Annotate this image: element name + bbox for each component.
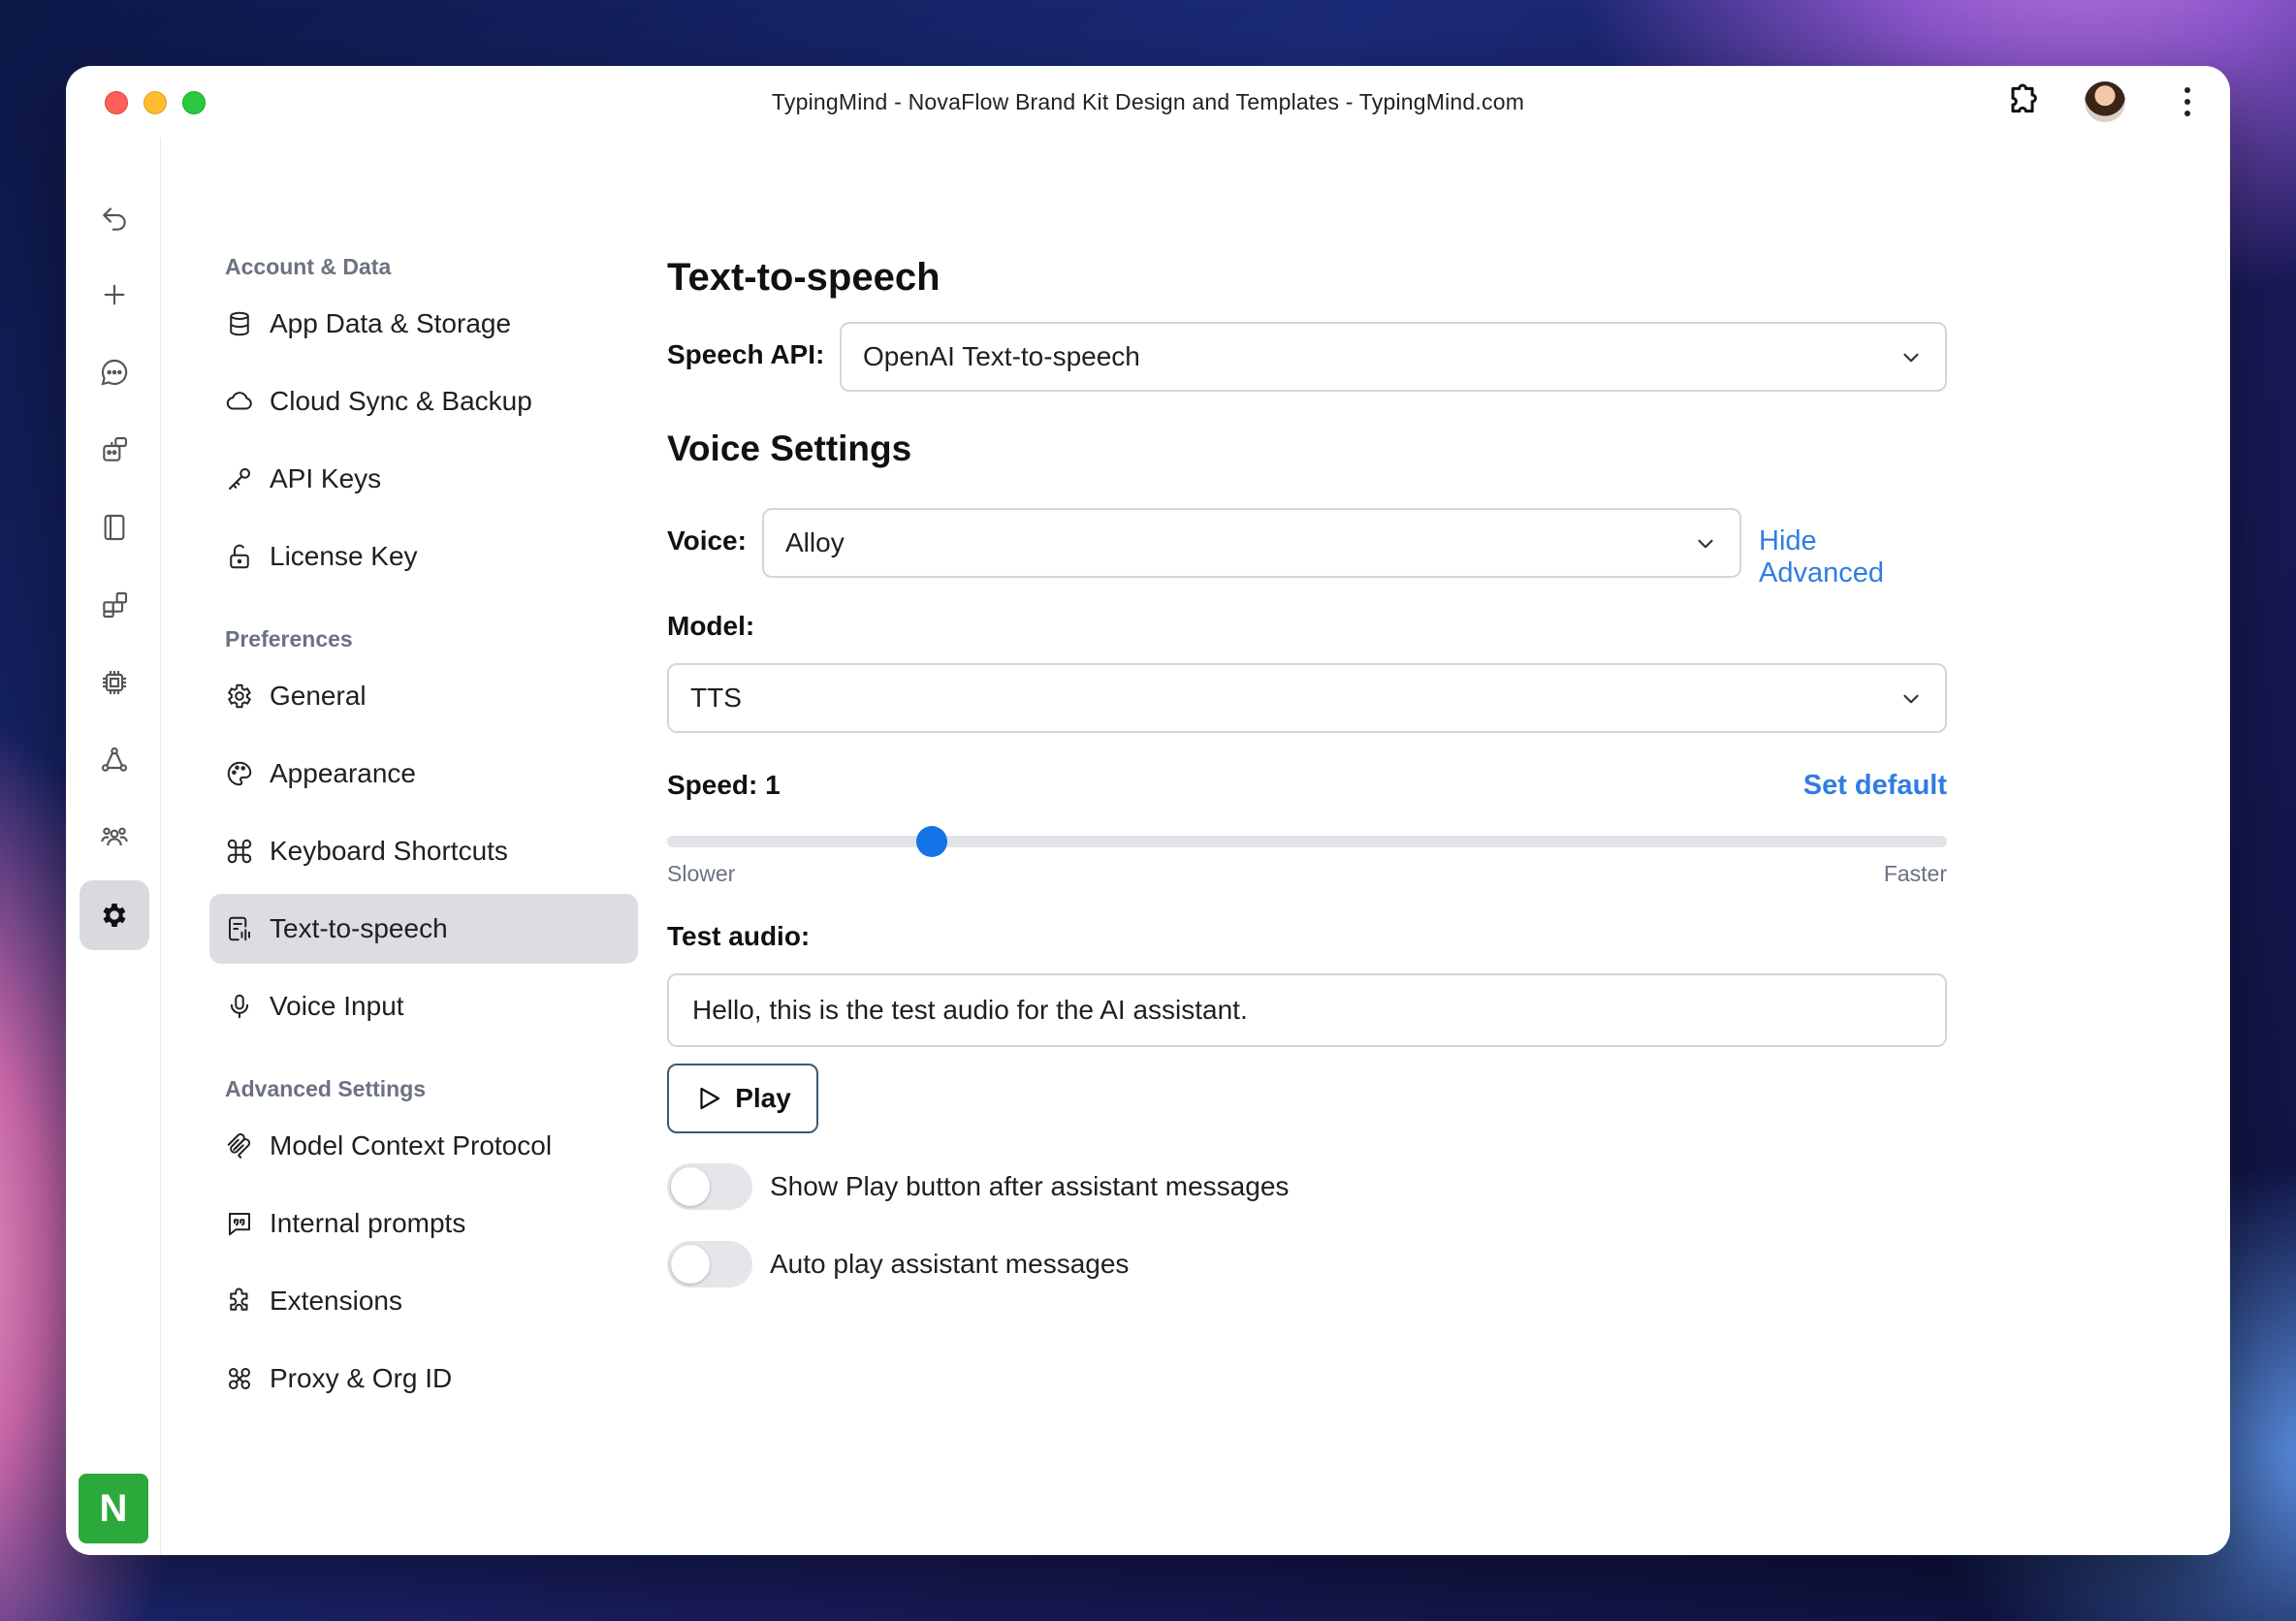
close-window-button[interactable] xyxy=(105,91,128,114)
test-audio-input[interactable]: Hello, this is the test audio for the AI… xyxy=(667,973,1947,1047)
proxy-icon xyxy=(229,1368,250,1389)
sidebar-item-general[interactable]: General xyxy=(209,661,638,731)
set-default-link[interactable]: Set default xyxy=(1803,770,1947,802)
sidebar-item-mcp[interactable]: Model Context Protocol xyxy=(209,1111,638,1181)
sidebar-item-label: API Keys xyxy=(270,463,382,493)
plugins-icon[interactable] xyxy=(80,570,149,640)
sidebar-item-extensions[interactable]: Extensions xyxy=(209,1266,638,1336)
knowledge-icon[interactable] xyxy=(80,725,149,795)
section-title-preferences: Preferences xyxy=(225,626,353,652)
new-chat-icon[interactable] xyxy=(80,260,149,330)
icon-rail: N xyxy=(66,138,161,1555)
section-title-account: Account & Data xyxy=(225,254,392,279)
show-play-button-toggle[interactable] xyxy=(667,1163,752,1210)
sidebar-item-label: Keyboard Shortcuts xyxy=(270,836,508,866)
speed-slider-thumb[interactable] xyxy=(916,826,948,857)
sidebar-item-label: Internal prompts xyxy=(270,1208,466,1238)
sidebar-item-label: Voice Input xyxy=(270,991,404,1021)
more-options-icon[interactable] xyxy=(2168,79,2207,124)
toggle-label: Auto play assistant messages xyxy=(770,1249,1130,1279)
sidebar-item-proxy[interactable]: Proxy & Org ID xyxy=(209,1344,638,1414)
play-label: Play xyxy=(735,1083,791,1113)
chevron-down-icon xyxy=(1698,539,1713,549)
title-bar: TypingMind - NovaFlow Brand Kit Design a… xyxy=(66,66,2230,138)
microphone-icon xyxy=(230,994,249,1019)
sidebar-item-label: License Key xyxy=(270,541,418,571)
play-button[interactable]: Play xyxy=(667,1064,818,1133)
sidebar-item-api-keys[interactable]: API Keys xyxy=(209,444,638,514)
sidebar-item-internal-prompts[interactable]: Internal prompts xyxy=(209,1189,638,1258)
app-window: TypingMind - NovaFlow Brand Kit Design a… xyxy=(66,66,2230,1555)
window-controls xyxy=(105,91,206,114)
chevron-down-icon xyxy=(1903,694,1919,704)
show-play-button-toggle-row: Show Play button after assistant message… xyxy=(667,1163,1289,1210)
agents-icon[interactable] xyxy=(80,415,149,485)
minimize-window-button[interactable] xyxy=(144,91,167,114)
sidebar-item-label: Appearance xyxy=(270,758,417,788)
key-icon xyxy=(229,468,250,490)
sidebar-item-text-to-speech[interactable]: Text-to-speech xyxy=(209,894,638,964)
model-value: TTS xyxy=(690,683,742,713)
speed-slider-track[interactable] xyxy=(667,836,1947,847)
sidebar-item-label: Extensions xyxy=(270,1286,402,1316)
puzzle-icon xyxy=(230,1287,248,1311)
prompts-icon[interactable] xyxy=(80,493,149,562)
mcp-icon xyxy=(227,1133,251,1159)
sidebar-item-label: Text-to-speech xyxy=(270,913,448,943)
speed-label: Speed: 1 xyxy=(667,770,781,800)
settings-icon[interactable] xyxy=(80,880,149,950)
auto-play-toggle[interactable] xyxy=(667,1241,752,1287)
model-select[interactable]: TTS xyxy=(667,663,1947,733)
voice-settings-title: Voice Settings xyxy=(667,429,912,468)
cloud-icon xyxy=(226,392,252,410)
faster-label: Faster xyxy=(1883,861,1947,886)
speech-api-value: OpenAI Text-to-speech xyxy=(863,341,1140,371)
back-icon[interactable] xyxy=(80,184,149,254)
teams-icon[interactable] xyxy=(80,803,149,873)
sidebar-item-label: General xyxy=(270,681,367,711)
auto-play-toggle-row: Auto play assistant messages xyxy=(667,1241,1129,1287)
extensions-icon[interactable] xyxy=(2003,80,2042,124)
page-title: Text-to-speech xyxy=(667,256,941,299)
profile-avatar[interactable] xyxy=(2085,81,2125,122)
maximize-window-button[interactable] xyxy=(182,91,206,114)
model-label: Model: xyxy=(667,611,755,641)
sidebar-item-appearance[interactable]: Appearance xyxy=(209,739,638,809)
sidebar-item-label: Proxy & Org ID xyxy=(270,1363,453,1393)
sidebar-item-app-data[interactable]: App Data & Storage xyxy=(209,289,638,359)
sidebar-item-label: Model Context Protocol xyxy=(270,1130,553,1160)
voice-value: Alloy xyxy=(785,527,845,557)
sidebar-item-cloud-sync[interactable]: Cloud Sync & Backup xyxy=(209,366,638,436)
voice-label: Voice: xyxy=(667,525,747,556)
hide-advanced-link[interactable]: Hide Advanced xyxy=(1759,525,1947,589)
command-icon xyxy=(227,839,252,864)
voice-select[interactable]: Alloy xyxy=(762,508,1741,578)
sidebar-item-keyboard-shortcuts[interactable]: Keyboard Shortcuts xyxy=(209,816,638,886)
sidebar-item-label: App Data & Storage xyxy=(270,308,512,338)
sidebar-item-license-key[interactable]: License Key xyxy=(209,522,638,591)
database-icon xyxy=(230,311,249,336)
chat-icon[interactable] xyxy=(80,337,149,407)
toggle-label: Show Play button after assistant message… xyxy=(770,1171,1290,1201)
section-title-advanced: Advanced Settings xyxy=(225,1076,427,1101)
speech-icon xyxy=(229,916,250,941)
models-icon[interactable] xyxy=(80,648,149,717)
speech-api-label: Speech API: xyxy=(667,339,825,369)
test-audio-label: Test audio: xyxy=(667,921,811,951)
window-title: TypingMind - NovaFlow Brand Kit Design a… xyxy=(771,88,1525,114)
sidebar-item-voice-input[interactable]: Voice Input xyxy=(209,971,638,1041)
chevron-down-icon xyxy=(1903,353,1919,363)
workspace-badge[interactable]: N xyxy=(79,1474,148,1543)
speech-api-select[interactable]: OpenAI Text-to-speech xyxy=(840,322,1947,392)
palette-icon xyxy=(227,761,252,786)
sidebar-item-label: Cloud Sync & Backup xyxy=(270,386,532,416)
lock-icon xyxy=(230,544,249,569)
slower-label: Slower xyxy=(667,861,736,886)
test-audio-value: Hello, this is the test audio for the AI… xyxy=(692,995,1248,1025)
quote-icon xyxy=(229,1213,250,1236)
gear-icon xyxy=(227,683,252,709)
play-icon xyxy=(700,1087,720,1110)
